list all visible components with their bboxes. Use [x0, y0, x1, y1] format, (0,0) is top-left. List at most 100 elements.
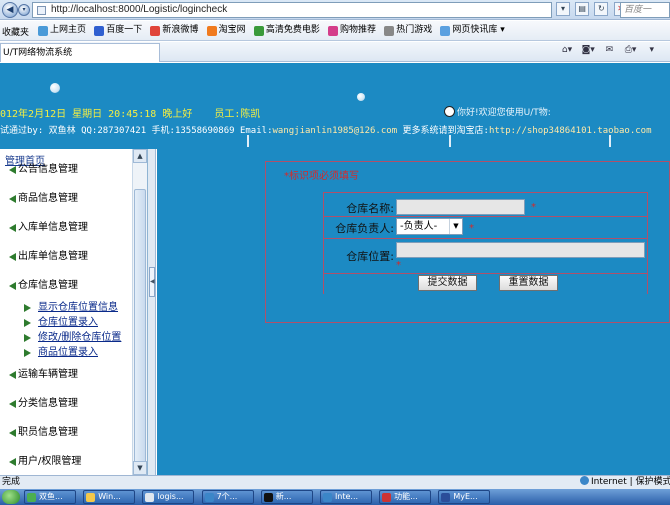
scroll-down-icon[interactable]: ▼ — [133, 461, 147, 475]
app-icon — [145, 493, 155, 502]
datetime-line: 012年2月12日 星期日 20:45:18 晚上好 员工:陈凯 — [0, 105, 260, 120]
taskbar-item[interactable]: logis... — [142, 490, 195, 504]
menu-group-products[interactable]: 商品信息管理 — [0, 191, 130, 207]
shopping-icon — [328, 26, 339, 36]
menu-group-inbound[interactable]: 入库单信息管理 — [0, 220, 130, 236]
menu-group-outbound[interactable]: 出库单信息管理 — [0, 249, 130, 265]
arrow-icon — [24, 319, 31, 327]
shop-link[interactable]: http://shop34864101.taobao.com — [489, 126, 652, 136]
search-input[interactable]: 百度一 — [620, 2, 670, 18]
favorites-button[interactable]: 收藏夹 — [2, 25, 29, 38]
forward-button[interactable]: ▾ — [18, 4, 30, 16]
start-button[interactable] — [2, 490, 20, 504]
taskbar-item[interactable]: Win... — [83, 490, 136, 504]
scroll-thumb[interactable] — [134, 189, 146, 467]
taobao-icon — [206, 26, 217, 36]
menu-group-categories[interactable]: 分类信息管理 — [0, 396, 130, 412]
menu-group-staff[interactable]: 职员信息管理 — [0, 425, 130, 441]
divider — [324, 216, 647, 217]
taskbar-item[interactable]: MyE... — [438, 490, 491, 504]
submenu-add-product-location[interactable]: 商品位置录入 — [24, 346, 98, 360]
tab-active[interactable]: U/T网络物流系统 — [0, 43, 160, 62]
arrow-icon — [24, 304, 31, 312]
print-icon[interactable]: ⎙▾ — [622, 45, 640, 60]
chevron-down-icon[interactable]: ▼ — [449, 219, 462, 234]
scroll-up-icon[interactable]: ▲ — [133, 149, 147, 163]
warehouse-location-label: 仓库位置: — [346, 250, 394, 263]
submenu-add-warehouse-location[interactable]: 仓库位置录入 — [24, 316, 98, 330]
mail-icon[interactable]: ✉ — [600, 45, 618, 60]
menu-group-users[interactable]: 用户/权限管理 — [0, 454, 130, 470]
submenu-show-warehouse-locations[interactable]: 显示仓库位置信息 — [24, 301, 118, 315]
required-note: *标识项必须填写 — [284, 171, 359, 182]
warehouse-manager-select[interactable]: -负责人- ▼ — [396, 218, 463, 235]
submenu-edit-warehouse-location[interactable]: 修改/删除仓库位置 — [24, 331, 121, 345]
myeclipse-icon — [441, 493, 451, 502]
favorite-link[interactable]: 百度一下 — [94, 23, 142, 39]
refresh-icon[interactable]: ↻ — [594, 2, 609, 16]
home-icon[interactable]: ⌂▾ — [558, 45, 576, 60]
back-button[interactable]: ◀ — [2, 2, 18, 18]
sidebar-scrollbar[interactable]: ▲ ▼ — [132, 149, 147, 475]
favorite-link[interactable]: 购物推荐 — [328, 23, 376, 39]
warehouse-name-input[interactable] — [396, 199, 525, 215]
favorite-link[interactable]: 新浪微博 — [150, 23, 198, 39]
taskbar-item[interactable]: Inte... — [319, 490, 372, 504]
frame-splitter[interactable]: ◀ — [148, 149, 156, 475]
security-zone[interactable]: Internet | 保护模式: 禁 — [580, 476, 670, 489]
web-slice-icon — [440, 26, 451, 36]
divider — [449, 135, 451, 147]
arrow-icon — [9, 195, 16, 203]
email-link[interactable]: wangjianlin1985@126.com — [272, 126, 397, 136]
feeds-icon[interactable]: ◙▾ — [579, 45, 597, 60]
arrow-icon — [9, 429, 16, 437]
bubble-decoration — [357, 93, 365, 101]
welcome-text: 你好!欢迎您使用U/T物: — [444, 105, 551, 118]
game-icon — [384, 26, 395, 36]
browser-address-bar: ◀ ▾ http://localhost:8000/Logistic/login… — [0, 0, 670, 20]
menu-group-announcements[interactable]: 公告信息管理 — [0, 162, 130, 178]
favorites-bar: 收藏夹 上网主页 百度一下 新浪微博 淘宝网 高清免费电影 购物推荐 热门游戏 … — [0, 21, 670, 41]
compat-view-icon[interactable]: ▤ — [575, 2, 590, 16]
home-icon — [38, 26, 48, 36]
status-text: 完成 — [2, 477, 21, 487]
menu-group-vehicles[interactable]: 运输车辆管理 — [0, 367, 130, 383]
address-input[interactable]: http://localhost:8000/Logistic/loginchec… — [32, 2, 552, 18]
favorite-link[interactable]: 上网主页 — [38, 23, 86, 39]
reset-button[interactable]: 重置数据 — [499, 275, 558, 291]
taskbar-item[interactable]: 7个... — [201, 490, 254, 504]
windows-taskbar: 双鱼... Win... logis... 7个... 新... Inte...… — [0, 489, 670, 505]
sidebar-menu: 管理首页 公告信息管理 商品信息管理 入库单信息管理 出库单信息管理 仓库信息管… — [0, 149, 148, 475]
dropdown-icon[interactable]: ▾ — [556, 2, 570, 16]
required-mark: * — [469, 223, 474, 234]
taskbar-item[interactable]: 双鱼... — [24, 490, 76, 504]
employee-text: 员工:陈凯 — [214, 109, 261, 120]
collapse-toggle-icon[interactable]: ◀ — [149, 267, 155, 297]
divider — [609, 135, 611, 147]
favorite-link[interactable]: 网页快讯库 ▾ — [440, 23, 505, 39]
movie-icon — [253, 26, 264, 36]
browser-status-bar: 完成 Internet | 保护模式: 禁 — [0, 475, 670, 489]
taskbar-item[interactable]: 功能... — [379, 490, 432, 504]
page-menu-icon[interactable]: ▾ — [643, 45, 661, 60]
submit-button[interactable]: 提交数据 — [418, 275, 477, 291]
arrow-icon — [24, 334, 31, 342]
favorites-list: 上网主页 百度一下 新浪微博 淘宝网 高清免费电影 购物推荐 热门游戏 网页快讯… — [38, 23, 510, 39]
favorite-link[interactable]: 高清免费电影 — [253, 23, 320, 39]
menu-group-warehouse[interactable]: 仓库信息管理 — [0, 278, 130, 294]
favorite-link[interactable]: 淘宝网 — [206, 23, 246, 39]
required-mark: * — [531, 202, 536, 213]
bubble-decoration — [50, 83, 60, 93]
arrow-icon — [9, 371, 16, 379]
warehouse-location-input[interactable] — [396, 242, 645, 258]
qq-icon — [263, 493, 273, 502]
smiley-icon — [444, 106, 455, 117]
weibo-icon — [150, 26, 161, 36]
arrow-icon — [9, 224, 16, 232]
app-icon — [382, 493, 392, 502]
favorite-link[interactable]: 热门游戏 — [384, 23, 432, 39]
arrow-icon — [9, 253, 16, 261]
taskbar-item[interactable]: 新... — [260, 490, 313, 504]
url-text: http://localhost:8000/Logistic/loginchec… — [51, 4, 228, 15]
command-bar: ⌂▾ ◙▾ ✉ ⎙▾ ▾ — [558, 44, 661, 60]
